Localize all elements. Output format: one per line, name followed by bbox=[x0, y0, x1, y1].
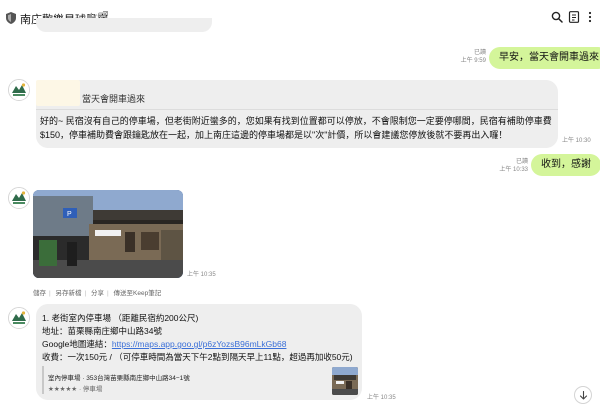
notes-icon[interactable] bbox=[568, 11, 580, 23]
info-line: 收費：一次150元 / （可停車時間為當天下午2點到隔天早上11點，超過再加收5… bbox=[42, 352, 353, 362]
read-status: 已讀 bbox=[473, 50, 486, 56]
blurred-quote-avatar bbox=[36, 80, 80, 106]
share-button[interactable]: 分享 bbox=[91, 290, 104, 297]
preview-title: 室內停車場 · 353台灣苗栗縣南庄鄉中山路34−1號 bbox=[48, 375, 190, 382]
outgoing-message[interactable]: 收到，感謝 bbox=[531, 154, 600, 176]
message-meta: 已讀 上午 10:33 bbox=[488, 158, 528, 174]
message-time: 上午 10:35 bbox=[367, 395, 396, 401]
reply-message: 當天會開車過來 好的~ 民宿沒有自己的停車場，但老街附近蠻多的，您如果有找到位置… bbox=[36, 80, 558, 148]
quoted-text: 當天會開車過來 bbox=[82, 94, 146, 104]
shield-icon bbox=[6, 12, 16, 24]
map-link-label: Google地圖連結： bbox=[42, 339, 112, 349]
map-link[interactable]: https://maps.app.goo.gl/p6zYozsB96mLkGb6… bbox=[112, 339, 287, 349]
message-time: 上午 9:59 bbox=[460, 58, 486, 64]
preview-divider bbox=[42, 366, 44, 394]
arrow-down-icon bbox=[579, 391, 588, 400]
message-time: 上午 10:33 bbox=[499, 167, 528, 173]
link-preview[interactable]: 室內停車場 · 353台灣苗栗縣南庄鄉中山路34−1號 ★★★★★ · 停車場 bbox=[42, 366, 358, 396]
parking-photo[interactable]: P bbox=[33, 190, 183, 278]
message-meta: 已讀 上午 9:59 bbox=[440, 49, 486, 65]
avatar-logo-icon bbox=[9, 188, 29, 208]
photo-actions: 儲存 | 另存新檔 | 分享 | 傳送至Keep筆記 bbox=[33, 290, 162, 297]
preview-thumbnail bbox=[332, 367, 358, 395]
search-icon[interactable] bbox=[551, 11, 563, 23]
info-line: 1. 老街室內停車場 （距離民宿約200公尺) bbox=[42, 313, 199, 323]
message-time: 上午 10:30 bbox=[562, 138, 591, 144]
reply-text: 好的~ 民宿沒有自己的停車場，但老街附近蠻多的，您如果有找到位置都可以停放，不會… bbox=[40, 116, 552, 140]
avatar-logo-icon bbox=[9, 80, 29, 100]
quoted-message[interactable]: 當天會開車過來 bbox=[36, 80, 558, 110]
preview-rating: ★★★★★ · 停車場 bbox=[48, 386, 103, 393]
scroll-to-bottom-button[interactable] bbox=[574, 386, 592, 404]
previous-message-bubble bbox=[36, 18, 212, 32]
svg-text:P: P bbox=[67, 211, 72, 218]
info-line: Google地圖連結：https://maps.app.goo.gl/p6zYo… bbox=[42, 338, 286, 350]
outgoing-message[interactable]: 早安，當天會開車過來 bbox=[489, 47, 600, 69]
message-time: 上午 10:35 bbox=[187, 272, 216, 278]
info-line: 地址：苗栗縣南庄鄉中山路34號 bbox=[42, 326, 162, 336]
send-to-keep-button[interactable]: 傳送至Keep筆記 bbox=[114, 290, 162, 297]
avatar[interactable] bbox=[8, 79, 30, 101]
save-button[interactable]: 儲存 bbox=[33, 290, 46, 297]
parking-lot-image: P bbox=[33, 190, 183, 278]
save-as-button[interactable]: 另存新檔 bbox=[56, 290, 82, 297]
avatar-logo-icon bbox=[9, 308, 29, 328]
parking-info-message[interactable]: 1. 老街室內停車場 （距離民宿約200公尺) 地址：苗栗縣南庄鄉中山路34號 … bbox=[36, 304, 362, 400]
avatar[interactable] bbox=[8, 307, 30, 329]
avatar[interactable] bbox=[8, 187, 30, 209]
read-status: 已讀 bbox=[515, 159, 528, 165]
more-icon[interactable] bbox=[584, 11, 596, 23]
